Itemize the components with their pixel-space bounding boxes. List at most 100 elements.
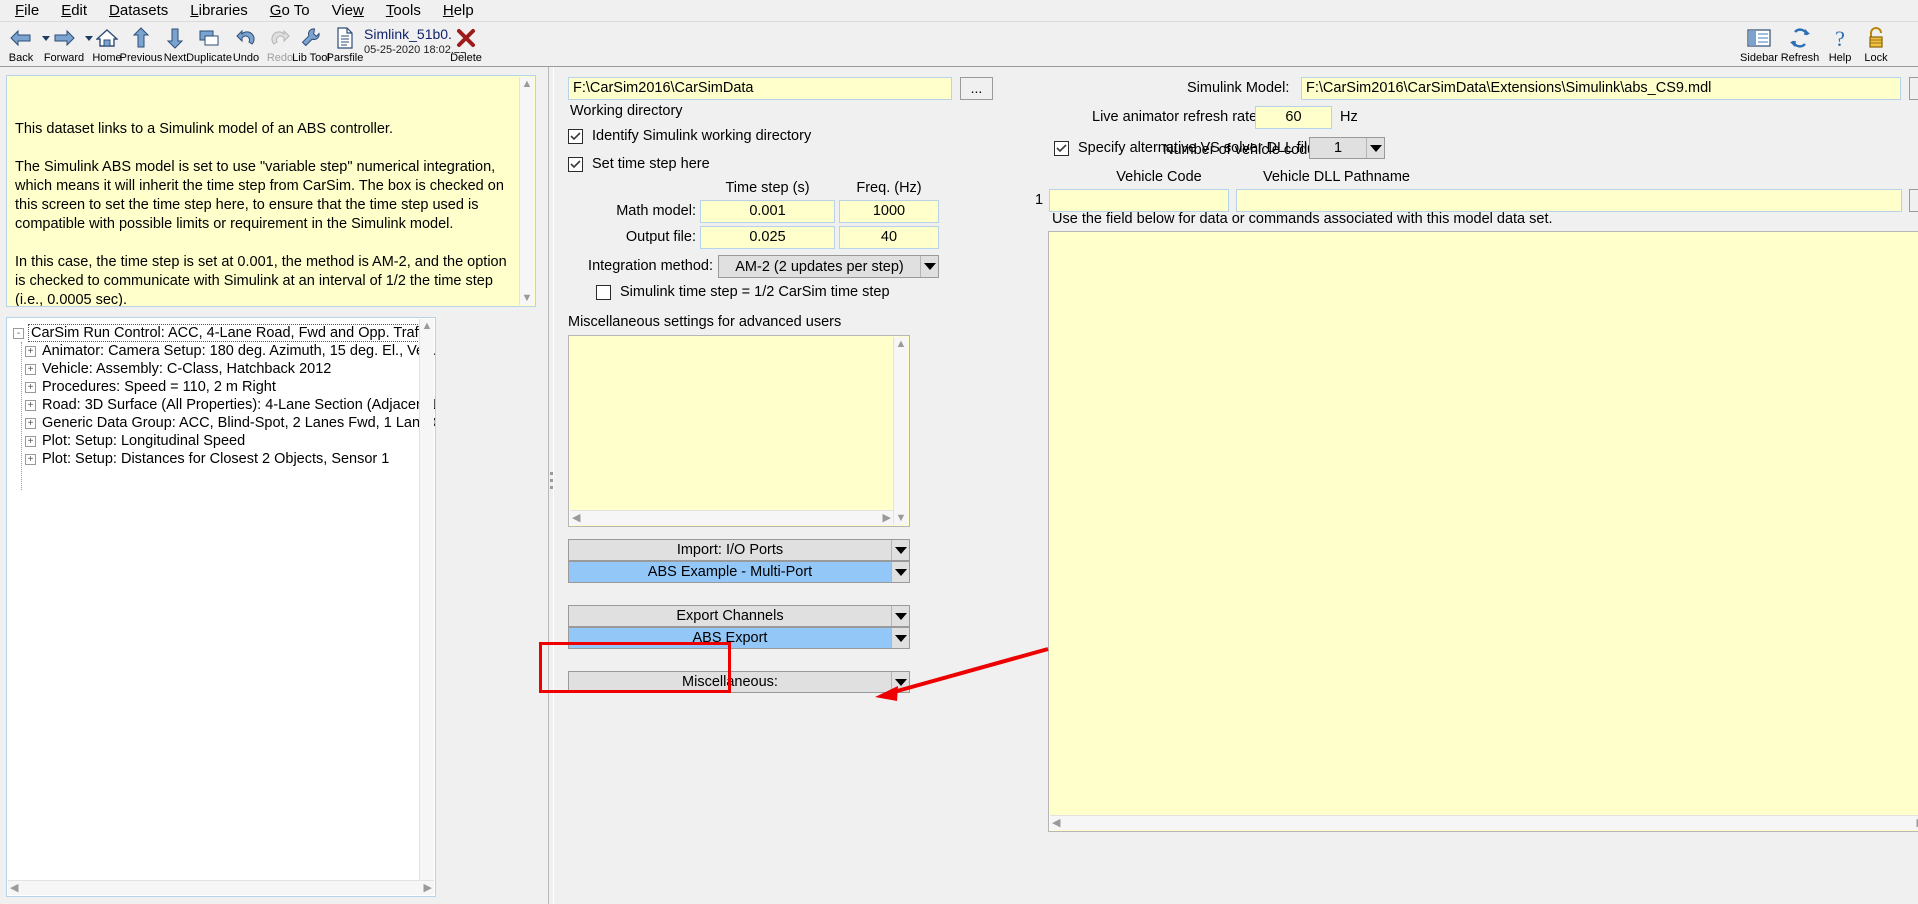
tree-expander-plus-icon[interactable]: + xyxy=(25,363,36,375)
tree-row-procedures[interactable]: + Procedures: Speed = 110, 2 m Right xyxy=(13,378,435,396)
chevron-down-icon[interactable] xyxy=(891,628,909,648)
tree-expander-plus-icon[interactable]: + xyxy=(25,453,36,465)
refresh-rate-input[interactable]: 60 xyxy=(1255,106,1332,129)
toolbar-forward-button[interactable]: Forward xyxy=(44,24,84,64)
scroll-right-icon[interactable]: ▶ xyxy=(422,881,434,895)
notes-vertical-scrollbar[interactable]: ▲ ▼ xyxy=(519,77,534,305)
tree-horizontal-scrollbar[interactable]: ◀ ▶ xyxy=(8,880,434,895)
tree-expander-plus-icon[interactable]: + xyxy=(25,381,36,393)
arrow-left-icon xyxy=(7,24,35,52)
math-model-freq-input[interactable]: 1000 xyxy=(839,200,939,223)
import-io-ports-selection-dropdown[interactable]: ABS Example - Multi-Port xyxy=(568,561,910,583)
chevron-down-icon[interactable] xyxy=(920,256,938,277)
identify-simulink-dir-checkbox-row[interactable]: Identify Simulink working directory xyxy=(568,127,811,146)
model-data-horizontal-scrollbar[interactable]: ◀ ▶ xyxy=(1050,815,1918,830)
chevron-down-icon[interactable] xyxy=(891,540,909,560)
toolbar-back-button[interactable]: Back xyxy=(4,24,38,64)
set-time-step-checkbox[interactable] xyxy=(568,157,583,172)
toolbar-help-button[interactable]: ? Help xyxy=(1823,24,1857,64)
menu-edit[interactable]: Edit xyxy=(50,1,98,21)
tree-row-animator[interactable]: + Animator: Camera Setup: 180 deg. Azimu… xyxy=(13,342,435,360)
tree-row-generic-data-group[interactable]: + Generic Data Group: ACC, Blind-Spot, 2… xyxy=(13,414,435,432)
tree-row-vehicle[interactable]: + Vehicle: Assembly: C-Class, Hatchback … xyxy=(13,360,435,378)
scroll-down-icon[interactable]: ▼ xyxy=(896,511,907,525)
chevron-down-icon[interactable] xyxy=(891,672,909,692)
simulink-model-label: Simulink Model: xyxy=(1187,80,1290,96)
math-model-time-step-input[interactable]: 0.001 xyxy=(700,200,835,223)
vehicle-dll-pathname-input[interactable] xyxy=(1236,189,1902,212)
model-data-textarea[interactable]: ▲ ▼ ◀ ▶ xyxy=(1048,231,1918,832)
tree-expander-plus-icon[interactable]: + xyxy=(25,435,36,447)
working-directory-browse-button[interactable]: ... xyxy=(960,77,993,100)
export-channels-selection: ABS Export xyxy=(692,630,768,646)
tree-row-plot-distances[interactable]: + Plot: Setup: Distances for Closest 2 O… xyxy=(13,450,435,468)
menu-help[interactable]: Help xyxy=(432,1,485,21)
toolbar-lock-button[interactable]: Lock xyxy=(1859,24,1893,64)
question-mark-icon: ? xyxy=(1826,24,1854,52)
panel-splitter[interactable] xyxy=(548,67,554,904)
freq-column-header: Freq. (Hz) xyxy=(856,180,922,196)
vehicle-codes-dropdown[interactable]: 1 xyxy=(1309,137,1385,159)
tree-expander-plus-icon[interactable]: + xyxy=(25,399,36,411)
vehicle-dll-browse-button[interactable]: ... xyxy=(1909,189,1918,212)
integration-method-dropdown[interactable]: AM-2 (2 updates per step) xyxy=(718,255,939,278)
tree-row-plot-longitudinal-speed[interactable]: + Plot: Setup: Longitudinal Speed xyxy=(13,432,435,450)
vehicle-code-input[interactable] xyxy=(1049,189,1229,212)
menu-view[interactable]: View xyxy=(321,1,375,21)
scroll-right-icon[interactable]: ▶ xyxy=(1915,816,1918,830)
menu-goto[interactable]: Go To xyxy=(259,1,321,21)
simulink-model-browse-button[interactable]: ... xyxy=(1909,77,1918,100)
set-time-step-label: Set time step here xyxy=(592,156,710,172)
tree-expander-minus-icon[interactable]: - xyxy=(13,327,24,339)
tree-expander-plus-icon[interactable]: + xyxy=(25,417,36,429)
simulink-half-step-checkbox[interactable] xyxy=(596,285,611,300)
chevron-down-icon[interactable] xyxy=(1366,138,1384,158)
scroll-left-icon[interactable]: ◀ xyxy=(8,881,20,895)
scroll-right-icon[interactable]: ▶ xyxy=(881,511,893,525)
scroll-up-icon[interactable]: ▲ xyxy=(422,319,433,333)
output-file-freq-input[interactable]: 40 xyxy=(839,226,939,249)
toolbar-lib-tool-button[interactable]: Lib Tool xyxy=(292,24,330,64)
misc-settings-vertical-scrollbar[interactable]: ▲ ▼ xyxy=(893,337,908,525)
tree-row-road[interactable]: + Road: 3D Surface (All Properties): 4-L… xyxy=(13,396,435,414)
home-icon xyxy=(93,24,121,52)
scroll-up-icon[interactable]: ▲ xyxy=(522,77,533,91)
toolbar-refresh-button[interactable]: Refresh xyxy=(1781,24,1819,64)
miscellaneous-header-dropdown[interactable]: Miscellaneous: xyxy=(568,671,910,693)
misc-settings-textarea[interactable]: ▲ ▼ ◀ ▶ xyxy=(568,335,910,527)
toolbar-sidebar-button[interactable]: Sidebar xyxy=(1740,24,1778,64)
chevron-down-icon[interactable] xyxy=(891,606,909,626)
tree-row-root[interactable]: - CarSim Run Control: ACC, 4-Lane Road, … xyxy=(13,324,435,342)
scroll-left-icon[interactable]: ◀ xyxy=(1050,816,1062,830)
toolbar-duplicate-button[interactable]: Duplicate xyxy=(186,24,232,64)
tree-label-root: CarSim Run Control: ACC, 4-Lane Road, Fw… xyxy=(28,324,435,342)
import-io-ports-header-dropdown[interactable]: Import: I/O Ports xyxy=(568,539,910,561)
menu-datasets[interactable]: Datasets xyxy=(98,1,179,21)
specify-dll-checkbox[interactable] xyxy=(1054,141,1069,156)
identify-simulink-dir-checkbox[interactable] xyxy=(568,129,583,144)
scroll-left-icon[interactable]: ◀ xyxy=(570,511,582,525)
simulink-model-input[interactable]: F:\CarSim2016\CarSimData\Extensions\Simu… xyxy=(1301,77,1901,100)
toolbar-parsfile-button[interactable]: Parsfile xyxy=(327,24,363,64)
menu-tools[interactable]: Tools xyxy=(375,1,432,21)
misc-settings-horizontal-scrollbar[interactable]: ◀ ▶ xyxy=(570,510,893,525)
tree-expander-plus-icon[interactable]: + xyxy=(25,345,36,357)
set-time-step-checkbox-row[interactable]: Set time step here xyxy=(568,155,710,174)
menu-libraries[interactable]: Libraries xyxy=(179,1,259,21)
toolbar-undo-button[interactable]: Undo xyxy=(229,24,263,64)
dataset-tree[interactable]: - CarSim Run Control: ACC, 4-Lane Road, … xyxy=(6,317,436,897)
simulink-half-step-checkbox-row[interactable]: Simulink time step = 1/2 CarSim time ste… xyxy=(596,283,890,302)
toolbar-delete-button[interactable]: Delete xyxy=(449,24,483,64)
toolbar-previous-button[interactable]: Previous xyxy=(120,24,162,64)
dataset-notes-box[interactable]: This dataset links to a Simulink model o… xyxy=(6,75,536,307)
output-file-time-step-input[interactable]: 0.025 xyxy=(700,226,835,249)
menu-file[interactable]: File xyxy=(4,1,50,21)
toolbar-undo-label: Undo xyxy=(232,52,260,64)
scroll-up-icon[interactable]: ▲ xyxy=(896,337,907,351)
chevron-down-icon[interactable] xyxy=(891,562,909,582)
export-channels-header-dropdown[interactable]: Export Channels xyxy=(568,605,910,627)
export-channels-selection-dropdown[interactable]: ABS Export xyxy=(568,627,910,649)
scroll-down-icon[interactable]: ▼ xyxy=(522,291,533,305)
tree-vertical-scrollbar[interactable]: ▲ ▼ xyxy=(419,319,434,895)
working-directory-input[interactable]: F:\CarSim2016\CarSimData xyxy=(568,77,952,100)
